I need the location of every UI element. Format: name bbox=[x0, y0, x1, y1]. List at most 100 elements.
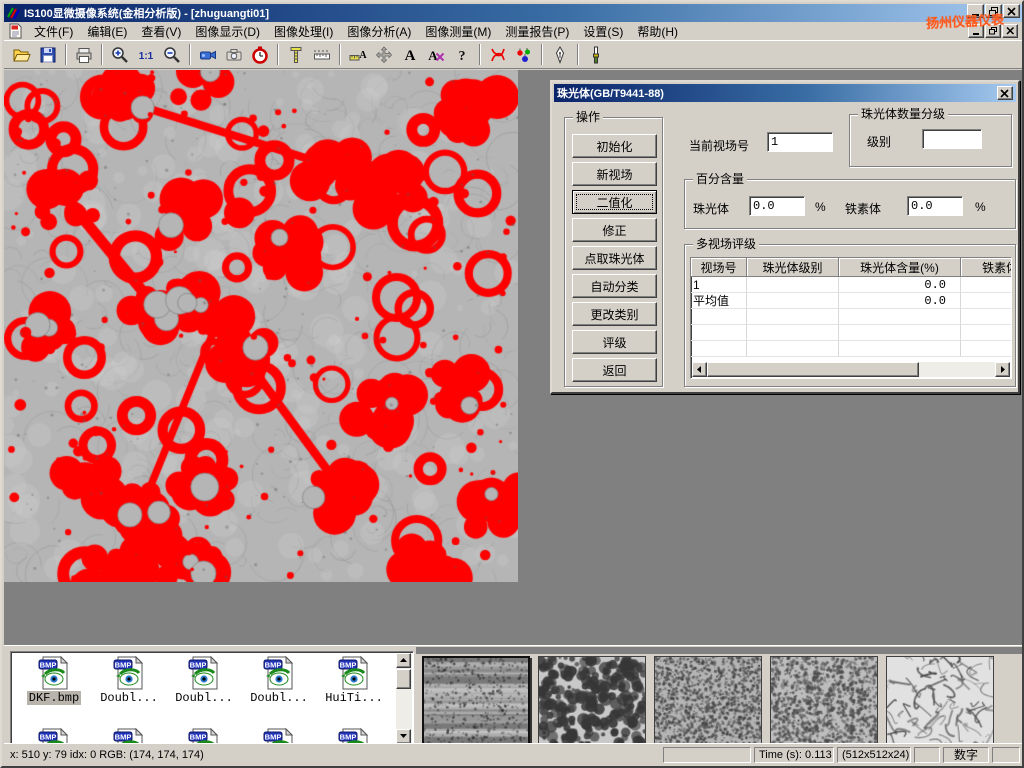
scroll-up-button[interactable] bbox=[396, 653, 411, 668]
table-horizontal-scrollbar[interactable] bbox=[692, 362, 1010, 377]
table-row[interactable] bbox=[691, 325, 1012, 341]
menu-item[interactable]: 文件(F) bbox=[27, 22, 80, 41]
table-cell: 平均值 bbox=[691, 293, 747, 309]
op-button-5[interactable]: 点取珠光体 bbox=[572, 246, 657, 270]
toolbar-button-help[interactable]: ? bbox=[449, 42, 475, 67]
toolbar-button-zoom-in[interactable] bbox=[107, 42, 133, 67]
toolbar-button-curve[interactable] bbox=[485, 42, 511, 67]
thumbnail-2[interactable] bbox=[538, 656, 646, 746]
menu-item[interactable]: 测量报告(P) bbox=[498, 22, 576, 41]
toolbar-button-save[interactable] bbox=[35, 42, 61, 67]
file-item[interactable]: BMPDoubl... bbox=[167, 656, 241, 705]
op-button-4[interactable]: 修正 bbox=[572, 218, 657, 242]
toolbar-button-measure-label[interactable]: A bbox=[345, 42, 371, 67]
toolbar-button-timer[interactable] bbox=[247, 42, 273, 67]
file-browser[interactable]: BMPDKF.bmpBMPBMPDoubl...BMPBMPDoubl...BM… bbox=[10, 651, 414, 746]
toolbar-button-pen[interactable] bbox=[547, 42, 573, 67]
table-column-header[interactable]: 铁素体含量(%) bbox=[961, 258, 1012, 277]
table-cell bbox=[691, 309, 747, 325]
thumbnail-4[interactable] bbox=[770, 656, 878, 746]
toolbar-button-zoom-out[interactable] bbox=[159, 42, 185, 67]
zoom-out-icon bbox=[162, 45, 182, 65]
scroll-right-button[interactable] bbox=[995, 362, 1010, 377]
op-button-9[interactable]: 返回 bbox=[572, 358, 657, 382]
file-item[interactable]: BMPDoubl... bbox=[242, 656, 316, 705]
dialog-title-bar[interactable]: 珠光体(GB/T9441-88) bbox=[554, 84, 1016, 102]
file-item[interactable]: BMPDKF.bmp bbox=[17, 656, 91, 705]
micrograph-image[interactable] bbox=[4, 70, 518, 582]
pearlite-unit: % bbox=[815, 200, 826, 214]
scrollbar-track[interactable] bbox=[919, 362, 995, 377]
ferrite-label: 铁素体 bbox=[845, 200, 881, 217]
op-button-8[interactable]: 评级 bbox=[572, 330, 657, 354]
table-column-header[interactable]: 珠光体级别 bbox=[747, 258, 839, 277]
operations-group: 操作 初始化新视场二值化修正点取珠光体自动分类更改类别评级返回 bbox=[564, 117, 663, 387]
toolbar-button-print[interactable] bbox=[71, 42, 97, 67]
menu-item[interactable]: 帮助(H) bbox=[630, 22, 685, 41]
table-cell bbox=[961, 341, 1012, 357]
thumbnail-1[interactable] bbox=[422, 656, 530, 746]
table-row[interactable]: 平均值0.0 bbox=[691, 293, 1012, 309]
menu-item[interactable]: 设置(S) bbox=[576, 22, 630, 41]
thumbnail-3[interactable] bbox=[654, 656, 762, 746]
file-name: Doubl... bbox=[248, 691, 310, 705]
op-button-7[interactable]: 更改类别 bbox=[572, 302, 657, 326]
rating-table[interactable]: 视场号珠光体级别珠光体含量(%)铁素体含量(%) 10.0平均值0.0 bbox=[690, 257, 1012, 379]
op-button-1[interactable]: 初始化 bbox=[572, 134, 657, 158]
toolbar-button-text[interactable]: A bbox=[397, 42, 423, 67]
toolbar-button-capture[interactable] bbox=[221, 42, 247, 67]
toolbar-button-caliper[interactable] bbox=[283, 42, 309, 67]
table-header-row: 视场号珠光体级别珠光体含量(%)铁素体含量(%) bbox=[691, 258, 1012, 277]
scroll-down-button[interactable] bbox=[396, 729, 411, 744]
toolbar-separator bbox=[277, 44, 279, 65]
pearlite-label: 珠光体 bbox=[693, 200, 729, 217]
scrollbar-thumb[interactable] bbox=[707, 362, 919, 377]
toolbar-button-points[interactable] bbox=[511, 42, 537, 67]
ferrite-value-input[interactable] bbox=[907, 196, 963, 216]
table-row[interactable] bbox=[691, 309, 1012, 325]
text-delete-icon: A bbox=[426, 45, 446, 65]
toolbar-button-open[interactable] bbox=[9, 42, 35, 67]
toolbar-button-move[interactable] bbox=[371, 42, 397, 67]
document-icon[interactable] bbox=[8, 23, 23, 39]
op-button-6[interactable]: 自动分类 bbox=[572, 274, 657, 298]
percent-group: 百分含量 珠光体 % 铁素体 % bbox=[684, 179, 1016, 229]
toolbar-separator bbox=[189, 44, 191, 65]
file-vertical-scrollbar[interactable] bbox=[396, 653, 412, 744]
table-cell bbox=[747, 325, 839, 341]
svg-text:1:1: 1:1 bbox=[139, 51, 154, 62]
toolbar-button-brush[interactable] bbox=[583, 42, 609, 67]
scroll-left-button[interactable] bbox=[692, 362, 707, 377]
open-icon bbox=[12, 45, 32, 65]
menu-item[interactable]: 图像处理(I) bbox=[267, 22, 340, 41]
bmp-file-icon: BMP bbox=[337, 656, 371, 690]
toolbar-button-ruler[interactable] bbox=[309, 42, 335, 67]
menu-item[interactable]: 查看(V) bbox=[134, 22, 188, 41]
menu-item[interactable]: 图像显示(D) bbox=[188, 22, 267, 41]
pearlite-value-input[interactable] bbox=[749, 196, 805, 216]
table-row[interactable]: 10.0 bbox=[691, 277, 1012, 293]
level-input[interactable] bbox=[922, 129, 982, 149]
toolbar-button-video[interactable] bbox=[195, 42, 221, 67]
thumbnail-5[interactable] bbox=[886, 656, 994, 746]
menu-item[interactable]: 图像分析(A) bbox=[340, 22, 418, 41]
table-column-header[interactable]: 视场号 bbox=[691, 258, 747, 277]
scrollbar-thumb[interactable] bbox=[396, 669, 411, 689]
table-row[interactable] bbox=[691, 341, 1012, 357]
file-item[interactable]: BMPHuiTi... bbox=[317, 656, 391, 705]
timer-icon bbox=[250, 45, 270, 65]
close-button[interactable] bbox=[1003, 4, 1020, 18]
menu-item[interactable]: 编辑(E) bbox=[80, 22, 134, 41]
op-button-3[interactable]: 二值化 bbox=[572, 190, 657, 214]
dialog-close-button[interactable] bbox=[997, 86, 1013, 100]
file-item[interactable]: BMPDoubl... bbox=[92, 656, 166, 705]
table-column-header[interactable]: 珠光体含量(%) bbox=[839, 258, 961, 277]
bmp-file-icon: BMP bbox=[262, 656, 296, 690]
current-field-input[interactable] bbox=[767, 132, 833, 152]
toolbar-button-actual-size[interactable]: 1:1 bbox=[133, 42, 159, 67]
op-button-2[interactable]: 新视场 bbox=[572, 162, 657, 186]
status-coordinates: x: 510 y: 79 idx: 0 RGB: (174, 174, 174) bbox=[6, 747, 660, 763]
toolbar-button-text-delete[interactable]: A bbox=[423, 42, 449, 67]
pearlite-dialog: 珠光体(GB/T9441-88) 操作 初始化新视场二值化修正点取珠光体自动分类… bbox=[550, 80, 1020, 394]
menu-item[interactable]: 图像测量(M) bbox=[418, 22, 498, 41]
